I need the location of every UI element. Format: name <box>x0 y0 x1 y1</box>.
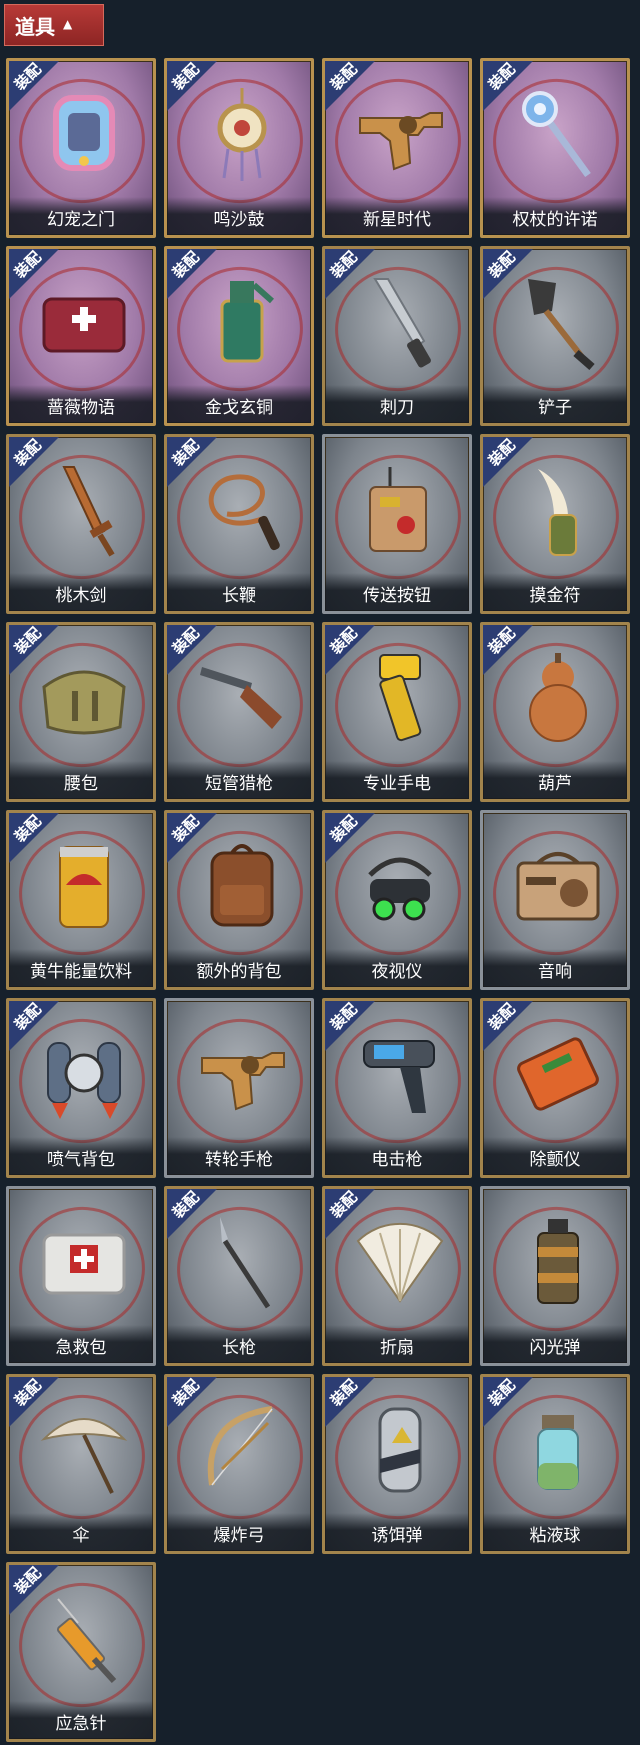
item-name: 长鞭 <box>167 573 311 611</box>
item-card[interactable]: 装配 折扇 <box>322 1186 472 1366</box>
item-name: 专业手电 <box>325 761 469 799</box>
item-name: 铲子 <box>483 385 627 423</box>
item-card[interactable]: 装配 粘液球 <box>480 1374 630 1554</box>
item-name: 转轮手枪 <box>167 1137 311 1175</box>
item-card[interactable]: 闪光弹 <box>480 1186 630 1366</box>
item-card[interactable]: 装配 诱饵弹 <box>322 1374 472 1554</box>
revolver-icon <box>192 1023 292 1123</box>
item-name: 金戈玄铜 <box>167 385 311 423</box>
section-title: 道具 <box>15 14 55 39</box>
item-card[interactable]: 装配 额外的背包 <box>164 810 314 990</box>
item-card[interactable]: 装配 除颤仪 <box>480 998 630 1178</box>
item-name: 除颤仪 <box>483 1137 627 1175</box>
item-card[interactable]: 装配 蔷薇物语 <box>6 246 156 426</box>
item-card[interactable]: 装配 短管猎枪 <box>164 622 314 802</box>
item-name: 葫芦 <box>483 761 627 799</box>
item-card[interactable]: 传送按钮 <box>322 434 472 614</box>
item-card[interactable]: 装配 长鞭 <box>164 434 314 614</box>
item-card[interactable]: 音响 <box>480 810 630 990</box>
item-card[interactable]: 装配 幻宠之门 <box>6 58 156 238</box>
item-card[interactable]: 装配 权杖的许诺 <box>480 58 630 238</box>
item-name: 音响 <box>483 949 627 987</box>
item-name: 新星时代 <box>325 197 469 235</box>
item-name: 喷气背包 <box>9 1137 153 1175</box>
item-card[interactable]: 装配 铲子 <box>480 246 630 426</box>
item-card[interactable]: 装配 黄牛能量饮料 <box>6 810 156 990</box>
item-card[interactable]: 装配 刺刀 <box>322 246 472 426</box>
item-name: 蔷薇物语 <box>9 385 153 423</box>
item-card[interactable]: 装配 应急针 <box>6 1562 156 1742</box>
item-card[interactable]: 装配 电击枪 <box>322 998 472 1178</box>
item-name: 桃木剑 <box>9 573 153 611</box>
item-name: 电击枪 <box>325 1137 469 1175</box>
item-card[interactable]: 装配 夜视仪 <box>322 810 472 990</box>
item-card[interactable]: 装配 腰包 <box>6 622 156 802</box>
item-name: 幻宠之门 <box>9 197 153 235</box>
item-card[interactable]: 装配 葫芦 <box>480 622 630 802</box>
item-name: 权杖的许诺 <box>483 197 627 235</box>
item-name: 黄牛能量饮料 <box>9 949 153 987</box>
item-name: 腰包 <box>9 761 153 799</box>
item-name: 应急针 <box>9 1701 153 1739</box>
item-card[interactable]: 装配 爆炸弓 <box>164 1374 314 1554</box>
item-name: 额外的背包 <box>167 949 311 987</box>
remote-button-icon <box>350 459 450 559</box>
item-name: 粘液球 <box>483 1513 627 1551</box>
item-name: 传送按钮 <box>325 573 469 611</box>
item-name: 折扇 <box>325 1325 469 1363</box>
item-card[interactable]: 装配 专业手电 <box>322 622 472 802</box>
item-name: 闪光弹 <box>483 1325 627 1363</box>
items-section-tab[interactable]: 道具 ▲ <box>4 4 104 46</box>
item-name: 伞 <box>9 1513 153 1551</box>
item-card[interactable]: 装配 桃木剑 <box>6 434 156 614</box>
item-name: 刺刀 <box>325 385 469 423</box>
item-card[interactable]: 装配 鸣沙鼓 <box>164 58 314 238</box>
item-name: 摸金符 <box>483 573 627 611</box>
item-card[interactable]: 装配伞 <box>6 1374 156 1554</box>
item-name: 短管猎枪 <box>167 761 311 799</box>
flashbang-icon <box>508 1211 608 1311</box>
first-aid-kit-icon <box>34 1211 134 1311</box>
chevron-up-icon: ▲ <box>63 17 73 31</box>
item-card[interactable]: 装配 摸金符 <box>480 434 630 614</box>
item-card[interactable]: 转轮手枪 <box>164 998 314 1178</box>
item-card[interactable]: 装配 金戈玄铜 <box>164 246 314 426</box>
item-card[interactable]: 装配 长枪 <box>164 1186 314 1366</box>
item-name: 夜视仪 <box>325 949 469 987</box>
item-name: 爆炸弓 <box>167 1513 311 1551</box>
item-name: 急救包 <box>9 1325 153 1363</box>
item-name: 鸣沙鼓 <box>167 197 311 235</box>
item-card[interactable]: 装配 新星时代 <box>322 58 472 238</box>
item-name: 长枪 <box>167 1325 311 1363</box>
item-card[interactable]: 装配 喷气背包 <box>6 998 156 1178</box>
item-grid: 装配 幻宠之门 装配 鸣沙鼓 装配 新星时代 装配 权杖的许诺装配 蔷薇物语 装配 金戈玄铜 装配 刺刀… <box>6 58 630 1742</box>
item-card[interactable]: 急救包 <box>6 1186 156 1366</box>
item-name: 诱饵弹 <box>325 1513 469 1551</box>
boombox-icon <box>508 835 608 935</box>
